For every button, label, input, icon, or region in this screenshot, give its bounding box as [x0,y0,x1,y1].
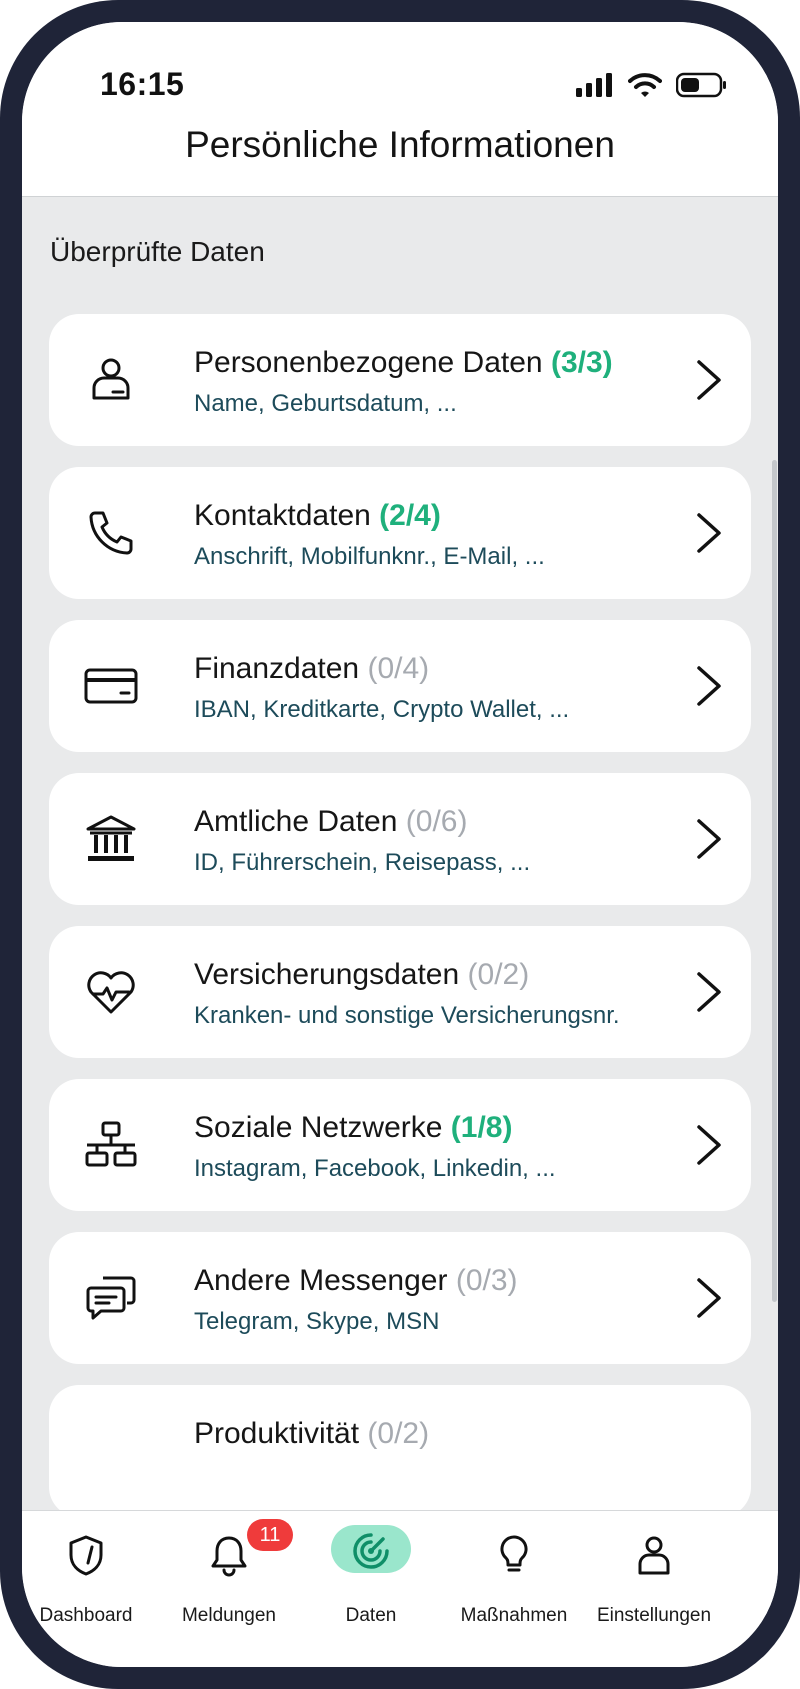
card-title: Finanzdaten (0/4) [194,652,430,685]
tab-meldungen[interactable]: 11 Meldungen [153,1511,305,1626]
bottom-tab-bar: Dashboard 11 Meldungen Daten Maßnahmen E… [22,1510,778,1667]
chat-bubbles-icon [86,1276,136,1320]
tab-daten[interactable]: Daten [295,1511,447,1626]
category-card-personal[interactable]: Personenbezogene Daten (3/3) Name, Gebur… [49,314,751,446]
top-bar: 16:15 Persönliche Informationen [22,22,778,197]
card-title: Kontaktdaten (2/4) [194,499,441,532]
bell-icon [211,1536,247,1577]
category-card-finance[interactable]: Finanzdaten (0/4) IBAN, Kreditkarte, Cry… [49,620,751,752]
card-count: (0/2) [367,1417,430,1450]
category-card-social[interactable]: Soziale Netzwerke (1/8) Instagram, Faceb… [49,1079,751,1211]
page-title: Persönliche Informationen [185,124,615,165]
battery-icon [676,72,726,98]
card-title: Andere Messenger (0/3) [194,1264,518,1297]
tab-einstellungen[interactable]: Einstellungen [578,1511,730,1626]
card-subtitle: Anschrift, Mobilfunknr., E-Mail, ... [194,543,545,570]
card-title: Amtliche Daten (0/6) [194,805,468,838]
card-title: Produktivität (0/2) [194,1417,430,1450]
card-title: Versicherungsdaten (0/2) [194,958,530,991]
chevron-right-icon [697,1278,721,1318]
chevron-right-icon [697,513,721,553]
card-title: Personenbezogene Daten (3/3) [194,346,613,379]
card-count: (1/8) [450,1111,513,1144]
chevron-right-icon [697,360,721,400]
card-subtitle: Kranken- und sonstige Versicherungsnr. [194,1002,620,1029]
tab-massnahmen[interactable]: Maßnahmen [438,1511,590,1626]
card-count: (0/3) [455,1264,518,1297]
status-icons [576,72,728,98]
phone-icon [89,511,133,555]
shield-icon [69,1535,103,1576]
chevron-right-icon [697,819,721,859]
card-subtitle: Name, Geburtsdatum, ... [194,390,457,417]
card-count: (0/6) [405,805,468,838]
tab-label: Maßnahmen [460,1605,568,1626]
category-card-contact[interactable]: Kontaktdaten (2/4) Anschrift, Mobilfunkn… [49,467,751,599]
card-count: (3/3) [550,346,613,379]
card-subtitle: IBAN, Kreditkarte, Crypto Wallet, ... [194,696,570,723]
lightbulb-icon [500,1535,528,1572]
tab-dashboard[interactable]: Dashboard [22,1511,162,1626]
card-count: (0/4) [367,652,430,685]
category-card-official[interactable]: Amtliche Daten (0/6) ID, Führerschein, R… [49,773,751,905]
card-subtitle: Telegram, Skype, MSN [194,1308,440,1335]
tab-label: Einstellungen [596,1605,712,1626]
card-subtitle: Instagram, Facebook, Linkedin, ... [194,1155,556,1182]
heart-pulse-icon [87,971,135,1014]
tab-label: Daten [345,1605,397,1626]
category-card-messenger[interactable]: Andere Messenger (0/3) Telegram, Skype, … [49,1232,751,1364]
chevron-right-icon [697,972,721,1012]
status-time: 16:15 [100,66,185,102]
chevron-right-icon [697,1125,721,1165]
scrollbar[interactable] [772,460,777,1302]
card-count: (2/4) [379,499,441,532]
radar-icon [353,1533,389,1569]
network-icon [85,1121,137,1167]
card-count: (0/2) [467,958,530,991]
tab-label: Dashboard [39,1605,133,1626]
tab-label: Meldungen [181,1605,277,1626]
app-screen: 16:15 Persönliche Informationen Überprüf… [22,22,778,1667]
chevron-right-icon [697,666,721,706]
card-title: Soziale Netzwerke (1/8) [194,1111,513,1144]
card-subtitle: ID, Führerschein, Reisepass, ... [194,849,531,876]
wifi-icon [628,73,662,97]
credit-card-icon [84,668,138,704]
signal-icon [576,73,612,97]
category-card-insurance[interactable]: Versicherungsdaten (0/2) Kranken- und so… [49,926,751,1058]
person-icon [638,1536,670,1575]
bank-building-icon [86,815,136,861]
category-card-productivity[interactable]: Produktivität (0/2) [49,1385,751,1517]
notification-badge: 11 [247,1519,293,1551]
section-title: Überprüfte Daten [50,236,265,267]
person-icon [92,358,130,400]
